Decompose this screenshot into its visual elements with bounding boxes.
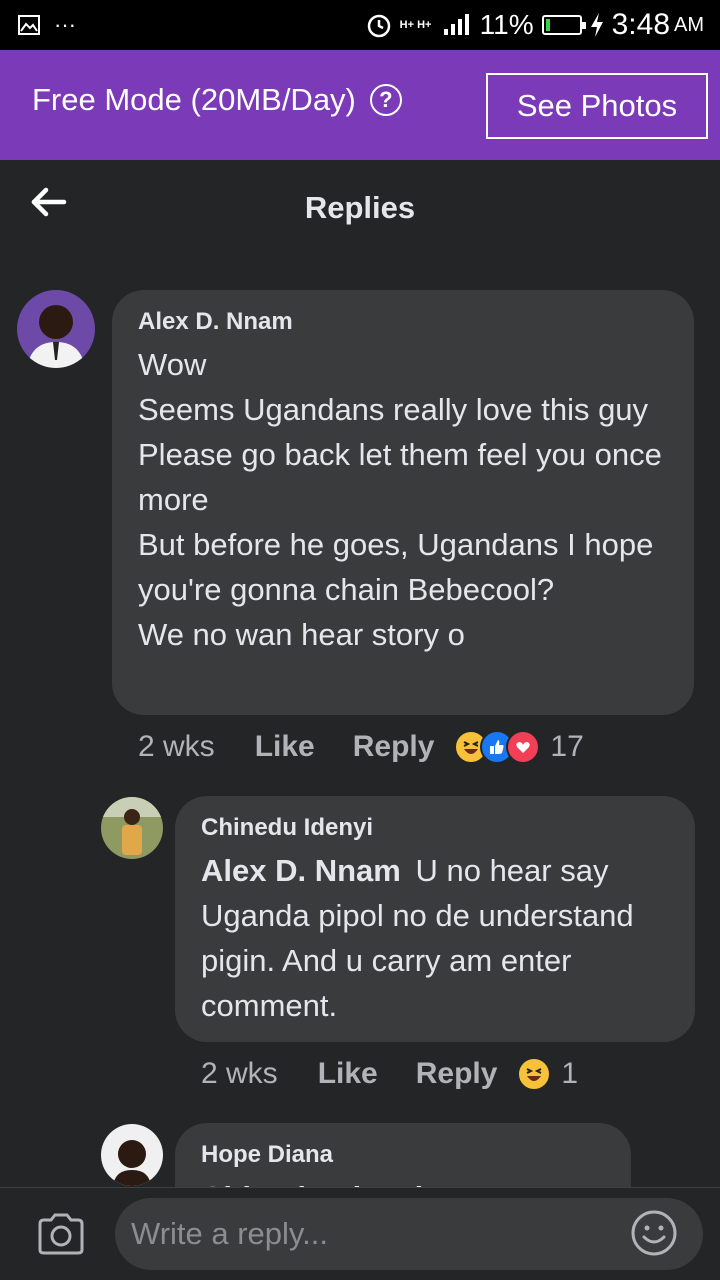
comment-actions: 2 wks Like Reply 1 bbox=[201, 1057, 578, 1091]
comment-actions: 2 wks Like Reply 17 bbox=[138, 730, 584, 764]
comment-author[interactable]: Hope Diana bbox=[201, 1141, 605, 1169]
network-type: H+ H+ bbox=[399, 18, 432, 31]
avatar[interactable] bbox=[101, 797, 163, 859]
reply-composer bbox=[0, 1187, 720, 1280]
love-reaction-icon bbox=[506, 730, 541, 764]
battery-icon bbox=[541, 15, 586, 35]
emoji-icon[interactable] bbox=[630, 1209, 678, 1257]
camera-icon[interactable] bbox=[36, 1212, 86, 1256]
clock-ampm: AM bbox=[674, 13, 704, 36]
more-notifications: ··· bbox=[54, 12, 76, 37]
alarm-icon bbox=[367, 14, 390, 38]
mention-tag[interactable]: Alex D. Nnam bbox=[201, 853, 401, 888]
free-mode-label: Free Mode (20MB/Day) bbox=[32, 82, 356, 117]
like-button[interactable]: Like bbox=[255, 730, 315, 764]
free-mode-banner: Free Mode (20MB/Day) ? See Photos bbox=[0, 50, 720, 160]
help-icon[interactable]: ? bbox=[369, 84, 402, 116]
comment-time[interactable]: 2 wks bbox=[138, 730, 215, 764]
comment-time[interactable]: 2 wks bbox=[201, 1057, 278, 1091]
comment-bubble[interactable]: Alex D. Nnam Wow Seems Ugandans really l… bbox=[112, 290, 694, 715]
battery-percent: 11% bbox=[479, 9, 534, 40]
reply-input[interactable] bbox=[115, 1198, 703, 1270]
avatar[interactable] bbox=[101, 1124, 163, 1186]
charging-icon bbox=[590, 13, 603, 37]
reactions[interactable] bbox=[517, 1057, 552, 1091]
reactions[interactable] bbox=[454, 730, 541, 764]
reply-button[interactable]: Reply bbox=[353, 730, 435, 764]
reply-button[interactable]: Reply bbox=[416, 1057, 498, 1091]
avatar[interactable] bbox=[17, 290, 95, 368]
reaction-count[interactable]: 17 bbox=[550, 730, 583, 764]
comment-text: Alex D. Nnam U no hear say Uganda pipol … bbox=[201, 848, 669, 1028]
clock: 3:48 bbox=[611, 8, 670, 41]
haha-reaction-icon bbox=[517, 1057, 552, 1091]
free-mode-info[interactable]: Free Mode (20MB/Day) ? bbox=[32, 82, 402, 118]
like-button[interactable]: Like bbox=[318, 1057, 378, 1091]
signal-icon bbox=[443, 14, 469, 35]
status-bar: ··· H+ H+ 11% 3:48 AM bbox=[0, 0, 720, 50]
comment-author[interactable]: Alex D. Nnam bbox=[138, 308, 668, 336]
comment-text: Wow Seems Ugandans really love this guy … bbox=[138, 347, 662, 652]
see-photos-button[interactable]: See Photos bbox=[486, 73, 708, 139]
gallery-icon bbox=[18, 15, 40, 35]
comment-bubble[interactable]: Chinedu Idenyi Alex D. Nnam U no hear sa… bbox=[175, 796, 695, 1042]
reaction-count[interactable]: 1 bbox=[561, 1057, 578, 1091]
page-title: Replies bbox=[304, 190, 416, 225]
header: Replies bbox=[0, 160, 720, 260]
comment-author[interactable]: Chinedu Idenyi bbox=[201, 814, 669, 842]
